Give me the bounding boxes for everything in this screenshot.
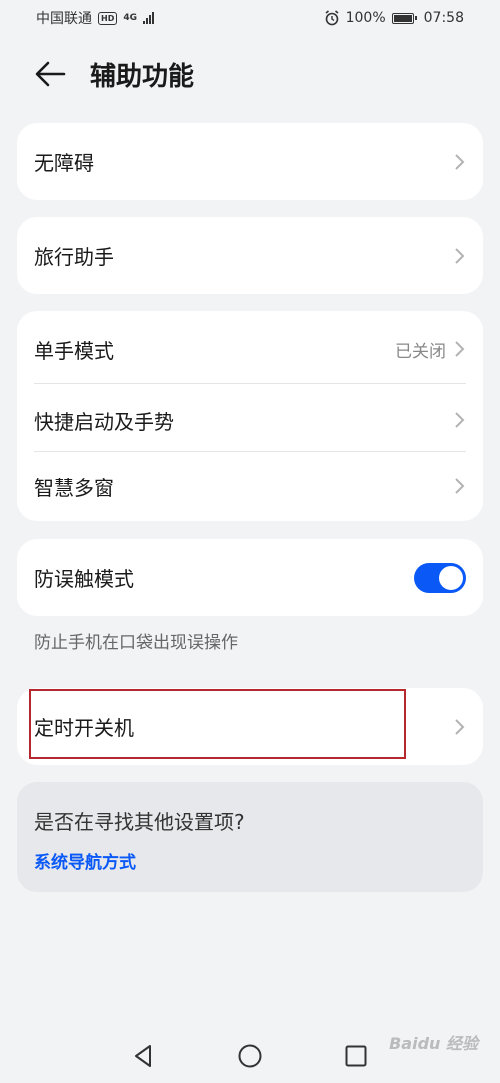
clock: 07:58 [423,10,464,26]
back-arrow-icon[interactable] [32,58,68,90]
network-type: 4G [123,13,137,23]
travel-assistant-row[interactable]: 旅行助手 [17,217,483,294]
one-hand-mode-label: 单手模式 [34,338,114,363]
chevron-right-icon [455,718,465,735]
settings-screen: 中国联通 HD 4G 100% 07:58 辅助功能 无障碍 旅行助手 单手模式… [0,0,500,1083]
suggestion-card: 是否在寻找其他设置项? 系统导航方式 [17,782,483,892]
multi-window-label: 智慧多窗 [34,475,114,500]
divider [34,383,466,384]
travel-card: 旅行助手 [17,217,483,294]
recents-square-icon[interactable] [342,1042,370,1070]
chevron-right-icon [455,412,465,428]
pocket-mode-toggle[interactable] [414,562,466,593]
back-triangle-icon[interactable] [130,1042,158,1070]
divider [34,451,466,452]
watermark-logo: Baidu 经验 [389,1034,478,1053]
battery-percent: 100% [345,10,386,26]
multi-window-row[interactable]: 智慧多窗 [17,453,483,519]
chevron-right-icon [455,341,465,357]
shortcuts-gestures-label: 快捷启动及手势 [34,409,174,434]
accessibility-label: 无障碍 [34,151,94,175]
chevron-right-icon [455,478,465,494]
chevron-right-icon [455,247,465,264]
shortcuts-gestures-row[interactable]: 快捷启动及手势 [17,387,483,453]
chevron-right-icon [455,153,465,170]
hd-badge: HD [98,11,118,25]
accessibility-card: 无障碍 [17,123,483,200]
status-right: 100% 07:58 [324,10,464,26]
accessibility-row[interactable]: 无障碍 [17,123,483,200]
pocket-mode-row: 防误触模式 [17,539,483,616]
one-hand-mode-row[interactable]: 单手模式 已关闭 [17,311,483,387]
travel-assistant-label: 旅行助手 [34,245,114,269]
carrier-name: 中国联通 [36,11,92,27]
scheduled-power-label: 定时开关机 [34,716,134,740]
home-circle-icon[interactable] [236,1042,264,1070]
pocket-mode-label: 防误触模式 [34,567,134,591]
pocket-mode-hint: 防止手机在口袋出现误操作 [34,633,238,653]
scheduled-power-card: 定时开关机 [17,688,483,765]
signal-icon [143,12,154,24]
suggestion-question: 是否在寻找其他设置项? [34,810,245,834]
pocket-mode-card: 防误触模式 [17,539,483,616]
status-left: 中国联通 HD 4G [36,8,154,28]
toggle-knob [439,565,463,590]
scheduled-power-row[interactable]: 定时开关机 [17,688,483,765]
one-hand-mode-status: 已关闭 [395,341,446,362]
system-navigation-link[interactable]: 系统导航方式 [34,848,136,873]
status-bar: 中国联通 HD 4G 100% 07:58 [0,0,500,36]
header: 辅助功能 [0,52,500,96]
gesture-group-card: 单手模式 已关闭 快捷启动及手势 智慧多窗 [17,311,483,521]
page-title: 辅助功能 [90,62,195,92]
battery-icon [391,12,417,24]
alarm-icon [325,10,339,26]
